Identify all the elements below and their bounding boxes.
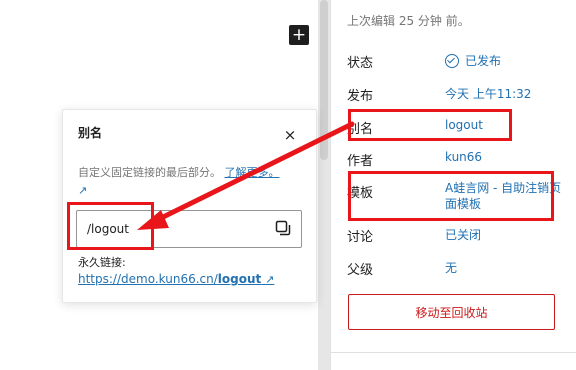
add-block-button[interactable]: + bbox=[289, 25, 309, 45]
status-label: 状态 bbox=[347, 56, 374, 71]
status-value-button[interactable]: 已发布 bbox=[445, 52, 501, 69]
parent-label: 父级 bbox=[347, 263, 374, 278]
discussion-value-button[interactable]: 已关闭 bbox=[445, 226, 481, 243]
copy-icon[interactable] bbox=[275, 220, 291, 236]
help-description: 自定义固定链接的最后部分。 bbox=[78, 166, 221, 179]
permalink-slug: logout bbox=[217, 272, 262, 286]
parent-value-button[interactable]: 无 bbox=[445, 259, 457, 276]
scrollbar-thumb[interactable] bbox=[320, 0, 328, 160]
permalink-link[interactable]: https://demo.kun66.cn/logout ↗ bbox=[78, 272, 274, 286]
permalink-label: 永久链接: bbox=[78, 256, 126, 269]
external-link-icon: ↗ bbox=[265, 273, 275, 286]
plus-icon: + bbox=[291, 25, 307, 45]
slug-help-text: 自定义固定链接的最后部分。 了解更多。 ↗ bbox=[78, 164, 303, 200]
publish-label: 发布 bbox=[347, 89, 374, 104]
status-value: 已发布 bbox=[465, 54, 502, 68]
author-label: 作者 bbox=[347, 154, 374, 169]
popover-title: 别名 bbox=[78, 126, 103, 140]
close-icon[interactable]: × bbox=[282, 127, 298, 143]
learn-more-link[interactable]: 了解更多。 bbox=[225, 166, 280, 179]
annotation-box-slug-input bbox=[67, 202, 154, 250]
external-link-icon: ↗ bbox=[78, 184, 88, 197]
author-value-button[interactable]: kun66 bbox=[445, 150, 482, 164]
annotation-box-slug bbox=[348, 109, 512, 141]
sidebar-divider bbox=[331, 352, 576, 353]
permalink-prefix: https://demo.kun66.cn/ bbox=[78, 272, 218, 286]
check-circle-icon bbox=[445, 53, 459, 68]
move-to-trash-button[interactable]: 移动至回收站 bbox=[348, 294, 555, 330]
publish-value-button[interactable]: 今天 上午11:32 bbox=[445, 85, 531, 102]
discussion-label: 讨论 bbox=[347, 230, 374, 245]
annotation-box-template bbox=[348, 171, 554, 221]
last-edited-text: 上次编辑 25 分钟 前。 bbox=[347, 14, 470, 28]
